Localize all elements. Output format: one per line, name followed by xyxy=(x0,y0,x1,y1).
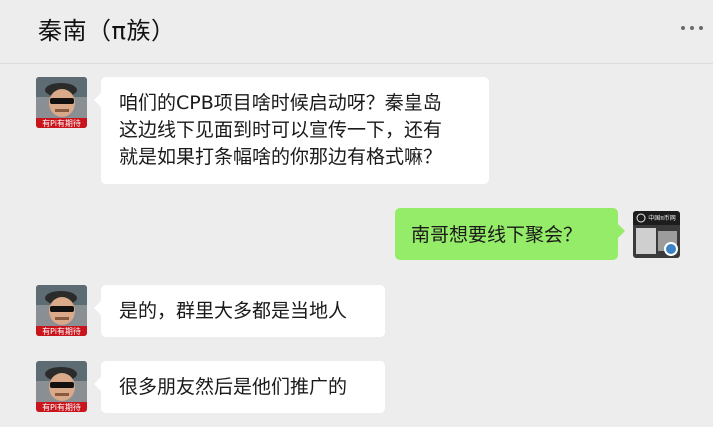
avatar-caption: 有Pi有期待 xyxy=(42,326,81,336)
message-bubble-incoming[interactable]: 咱们的CPB项目啥时候启动呀？秦皇岛 这边线下见面到时可以宣传一下，还有 就是如… xyxy=(94,77,489,184)
avatar-image: 有Pi有期待 xyxy=(36,77,87,128)
avatar-caption: 中国π币网 xyxy=(648,214,676,222)
message-text-line: 很多朋友然后是他们推广的 xyxy=(119,376,348,398)
message-bubble-incoming[interactable]: 是的，群里大多都是当地人 xyxy=(94,285,385,337)
message-text-line: 咱们的CPB项目啥时候启动呀？秦皇岛 xyxy=(119,92,442,114)
avatar-image: 有Pi有期待 xyxy=(36,361,87,412)
avatar-caption: 有Pi有期待 xyxy=(42,402,81,412)
message-bubble-outgoing[interactable]: 南哥想要线下聚会？ xyxy=(395,208,625,260)
message-text-line: 这边线下见面到时可以宣传一下，还有 xyxy=(119,119,443,141)
chat-header: 秦南（π族） xyxy=(0,0,713,64)
avatar-image: 中国π币网 xyxy=(633,211,680,258)
message-text-line: 就是如果打条幅啥的你那边有格式嘛？ xyxy=(119,146,443,168)
avatar-image: 有Pi有期待 xyxy=(36,285,87,336)
avatar-caption: 有Pi有期待 xyxy=(42,118,81,128)
message-bubble-incoming[interactable]: 很多朋友然后是他们推广的 xyxy=(94,361,385,413)
contact-avatar[interactable]: 有Pi有期待 xyxy=(36,285,87,336)
contact-avatar[interactable]: 有Pi有期待 xyxy=(36,77,87,128)
message-text-line: 是的，群里大多都是当地人 xyxy=(119,300,348,322)
more-dots-icon[interactable] xyxy=(681,26,703,30)
message-text-line: 南哥想要线下聚会？ xyxy=(411,224,583,246)
contact-avatar[interactable]: 有Pi有期待 xyxy=(36,361,87,412)
my-avatar[interactable]: 中国π币网 xyxy=(633,211,680,258)
chat-title: 秦南（π族） xyxy=(38,17,176,45)
